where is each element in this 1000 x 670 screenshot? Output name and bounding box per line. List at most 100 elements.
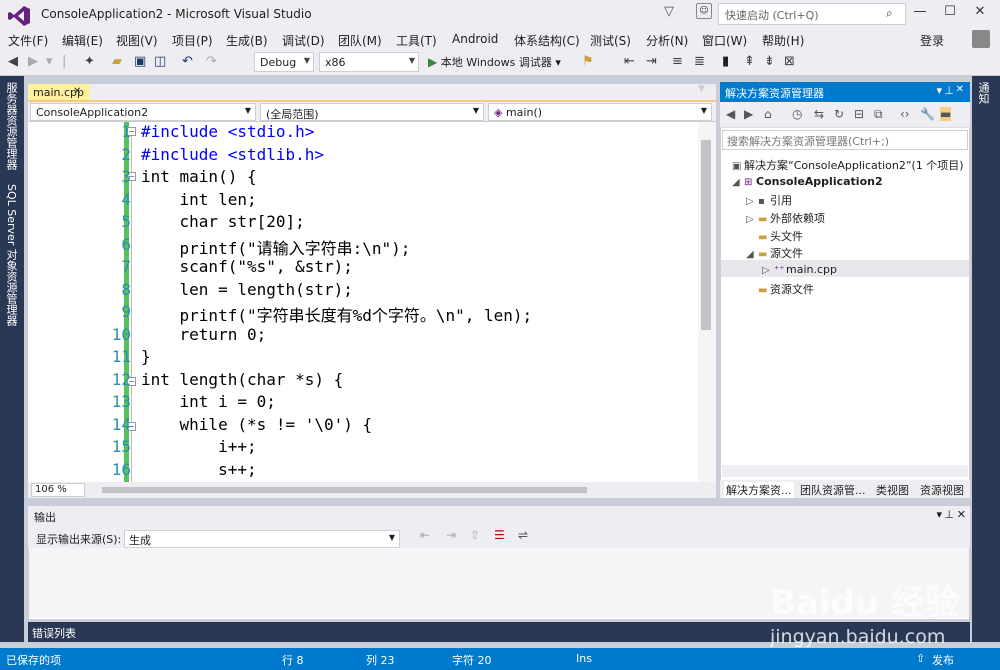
pin-icon[interactable]: ⊥: [944, 84, 954, 97]
config-select[interactable]: Debug ▼: [254, 52, 314, 72]
code-area[interactable]: − − − − 1 #include <stdio.h> 2 #include …: [28, 122, 698, 482]
save-all-icon[interactable]: ◫: [154, 54, 166, 69]
output-source-select[interactable]: 生成 ▼: [124, 530, 400, 548]
maximize-button[interactable]: ☐: [940, 4, 960, 22]
menu-window[interactable]: 窗口(W): [702, 32, 747, 49]
collapse-arrow-icon[interactable]: ▷: [746, 196, 758, 207]
project-nav-select[interactable]: ConsoleApplication2 ▼: [30, 103, 256, 121]
menu-debug[interactable]: 调试(D): [282, 32, 325, 49]
tree-item-main-cpp[interactable]: ▷ ⁺⁺main.cpp: [762, 263, 837, 276]
menu-team[interactable]: 团队(M): [338, 32, 382, 49]
menu-architecture[interactable]: 体系结构(C): [514, 32, 580, 49]
notifications-tab[interactable]: 通知: [975, 82, 991, 104]
undo-icon[interactable]: ↶: [182, 54, 193, 69]
comment-icon[interactable]: ≡: [672, 54, 683, 69]
chevron-down-icon[interactable]: ▼: [698, 84, 705, 94]
tab-team-explorer[interactable]: 团队资源管...: [800, 482, 866, 498]
chevron-down-icon[interactable]: ▾: [936, 508, 942, 521]
minimize-button[interactable]: —: [910, 4, 930, 22]
chevron-down-icon[interactable]: ▾: [936, 84, 942, 97]
next-message-icon[interactable]: ⇥: [446, 528, 456, 542]
menu-test[interactable]: 测试(S): [590, 32, 631, 49]
scrollbar-thumb[interactable]: [701, 140, 711, 330]
publish-button[interactable]: 发布: [932, 652, 954, 668]
forward-icon[interactable]: ▶: [744, 107, 753, 121]
zoom-select[interactable]: 106 %: [31, 483, 85, 497]
new-project-icon[interactable]: ✦: [84, 54, 95, 69]
start-debug-button[interactable]: ▶ 本地 Windows 调试器 ▾: [428, 54, 561, 70]
bookmark-nav-icon[interactable]: ⇥: [646, 54, 657, 69]
menu-android[interactable]: Android: [452, 32, 498, 46]
collapse-all-icon[interactable]: ⊟: [854, 107, 864, 121]
redo-icon[interactable]: ↷: [206, 54, 217, 69]
expand-icon[interactable]: ◢: [746, 249, 758, 260]
platform-select[interactable]: x86 ▼: [319, 52, 419, 72]
menu-tools[interactable]: 工具(T): [396, 32, 437, 49]
prev-bookmark-icon[interactable]: ⇞: [744, 54, 755, 69]
word-wrap-icon[interactable]: ⇌: [518, 528, 528, 542]
bookmark-icon[interactable]: ▮: [722, 54, 729, 69]
member-nav-select[interactable]: ◈ main() ▼: [488, 103, 712, 121]
tab-resource-view[interactable]: 资源视图: [920, 482, 964, 498]
menu-build[interactable]: 生成(B): [226, 32, 268, 49]
clear-bookmarks-icon[interactable]: ⊠: [784, 54, 795, 69]
menu-analyze[interactable]: 分析(N): [646, 32, 688, 49]
menu-edit[interactable]: 编辑(E): [62, 32, 103, 49]
save-icon[interactable]: ▣: [134, 54, 146, 69]
next-bookmark-icon[interactable]: ⇟: [764, 54, 775, 69]
sql-server-explorer-tab[interactable]: SQL Server 对象资源管理器: [3, 184, 19, 326]
quick-launch-input[interactable]: 快速启动 (Ctrl+Q): [718, 3, 906, 25]
tree-item-solution[interactable]: ▣ 解决方案“ConsoleApplication2”(1 个项目): [732, 157, 968, 173]
find-in-files-icon[interactable]: ⚑: [582, 54, 594, 69]
tab-class-view[interactable]: 类视图: [876, 482, 909, 498]
menu-view[interactable]: 视图(V): [116, 32, 158, 49]
tree-item-references[interactable]: ▷ ▪ 引用: [746, 192, 792, 208]
properties-icon[interactable]: 🔧: [920, 107, 935, 121]
clear-all-icon[interactable]: ☰: [494, 528, 505, 542]
back-icon[interactable]: ◀: [8, 54, 18, 69]
close-button[interactable]: ✕: [970, 4, 990, 22]
expand-icon[interactable]: ◢: [732, 177, 744, 188]
view-code-icon[interactable]: ‹›: [900, 107, 910, 121]
find-message-icon[interactable]: ⇧: [470, 528, 480, 542]
scrollbar-thumb[interactable]: [102, 487, 587, 493]
close-icon[interactable]: ✕: [956, 84, 964, 95]
collapse-arrow-icon[interactable]: ▷: [762, 265, 774, 276]
sync-icon[interactable]: ⇆: [814, 107, 824, 121]
back-icon[interactable]: ◀: [726, 107, 735, 121]
preview-icon[interactable]: ▬: [940, 107, 952, 121]
avatar[interactable]: [972, 30, 990, 48]
server-explorer-tab[interactable]: 服务器资源管理器: [3, 82, 19, 170]
tab-solution-explorer[interactable]: 解决方案资...: [724, 482, 794, 498]
feedback-filter-icon[interactable]: ▽: [664, 4, 674, 19]
collapse-arrow-icon[interactable]: ▷: [746, 214, 758, 225]
close-icon[interactable]: ✕: [957, 508, 966, 521]
solution-horizontal-scrollbar[interactable]: [722, 465, 968, 477]
tree-item-source-files[interactable]: ◢ ▬ 源文件: [746, 245, 803, 261]
show-all-files-icon[interactable]: ⧉: [874, 107, 883, 122]
tree-item-header-files[interactable]: ▬ 头文件: [758, 228, 803, 244]
uncomment-icon[interactable]: ≣: [694, 54, 705, 69]
close-icon[interactable]: ✕: [73, 86, 81, 97]
pin-icon[interactable]: ⊥: [944, 508, 954, 521]
solution-search-input[interactable]: 搜索解决方案资源管理器(Ctrl+;): [722, 130, 968, 150]
tree-item-resource-files[interactable]: ▬ 资源文件: [758, 281, 814, 297]
prev-message-icon[interactable]: ⇤: [420, 528, 430, 542]
refresh-icon[interactable]: ↻: [834, 107, 844, 121]
tree-item-project[interactable]: ◢ ⊞ ConsoleApplication2: [732, 175, 883, 188]
code-line: #include <stdlib.h>: [141, 144, 325, 164]
dropdown-icon[interactable]: ▾: [46, 54, 53, 69]
home-icon[interactable]: ⌂: [764, 107, 772, 121]
forward-icon[interactable]: ▶: [28, 54, 38, 69]
navigate-icon[interactable]: ⇤: [624, 54, 635, 69]
history-icon[interactable]: ◷: [792, 107, 802, 121]
login-link[interactable]: 登录: [920, 32, 944, 49]
search-icon[interactable]: ⌕: [886, 6, 893, 21]
tree-item-external-deps[interactable]: ▷ ▬ 外部依赖项: [746, 210, 825, 226]
feedback-icon[interactable]: ☺: [696, 3, 712, 19]
scope-nav-select[interactable]: (全局范围) ▼: [260, 103, 484, 121]
menu-project[interactable]: 项目(P): [172, 32, 213, 49]
menu-file[interactable]: 文件(F): [8, 32, 48, 49]
menu-help[interactable]: 帮助(H): [762, 32, 804, 49]
open-file-icon[interactable]: ▰: [112, 54, 122, 69]
